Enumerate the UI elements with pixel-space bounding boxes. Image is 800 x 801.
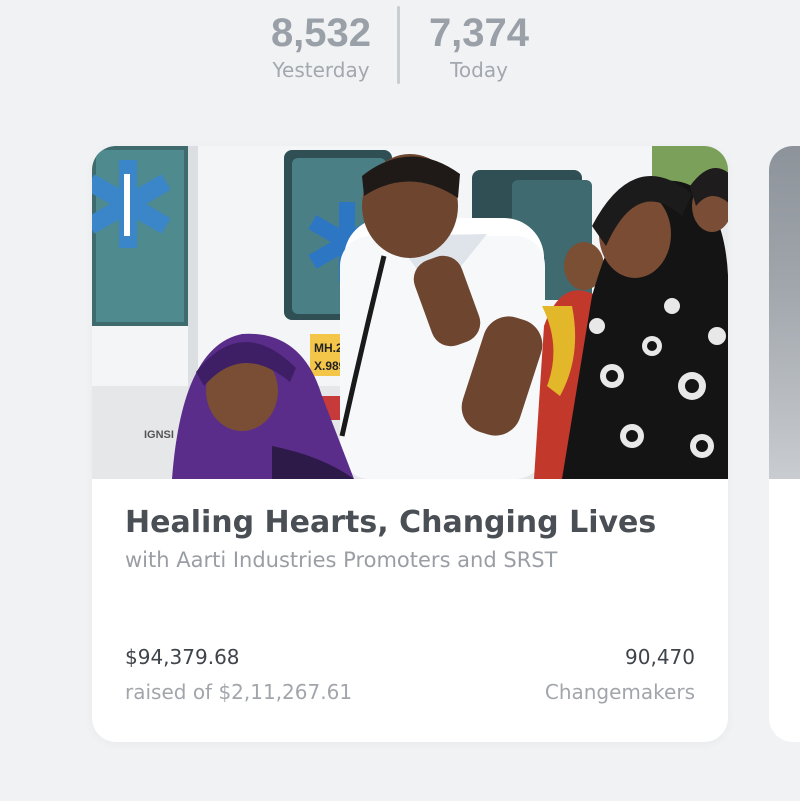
campaign-photo: MH.2 X.989 IGNSI [92,146,728,479]
svg-text:MH.2: MH.2 [314,341,343,355]
stat-today: 7,374 Today [424,10,534,82]
stat-yesterday: 8,532 Yesterday [264,10,378,82]
changemakers-count: 90,470 [625,645,695,669]
stat-today-label: Today [450,58,508,82]
stats-divider [397,6,400,84]
changemakers-label: Changemakers [544,680,695,704]
raised-amount: $94,379.68 [125,645,240,669]
raised-goal-label: raised of $2,11,267.61 [125,680,353,704]
svg-text:IGNSI: IGNSI [144,429,174,441]
campaign-subtitle: with Aarti Industries Promoters and SRST [125,548,558,572]
next-campaign-card-peek[interactable] [769,146,800,742]
campaign-title[interactable]: Healing Hearts, Changing Lives [125,504,705,542]
campaign-card[interactable]: MH.2 X.989 IGNSI Healing Hearts, Changin… [92,146,728,742]
stats-header: 8,532 Yesterday 7,374 Today [0,0,800,90]
next-campaign-photo [769,146,800,479]
stat-yesterday-label: Yesterday [272,58,370,82]
stat-yesterday-value: 8,532 [270,11,372,55]
stat-today-value: 7,374 [428,11,530,55]
